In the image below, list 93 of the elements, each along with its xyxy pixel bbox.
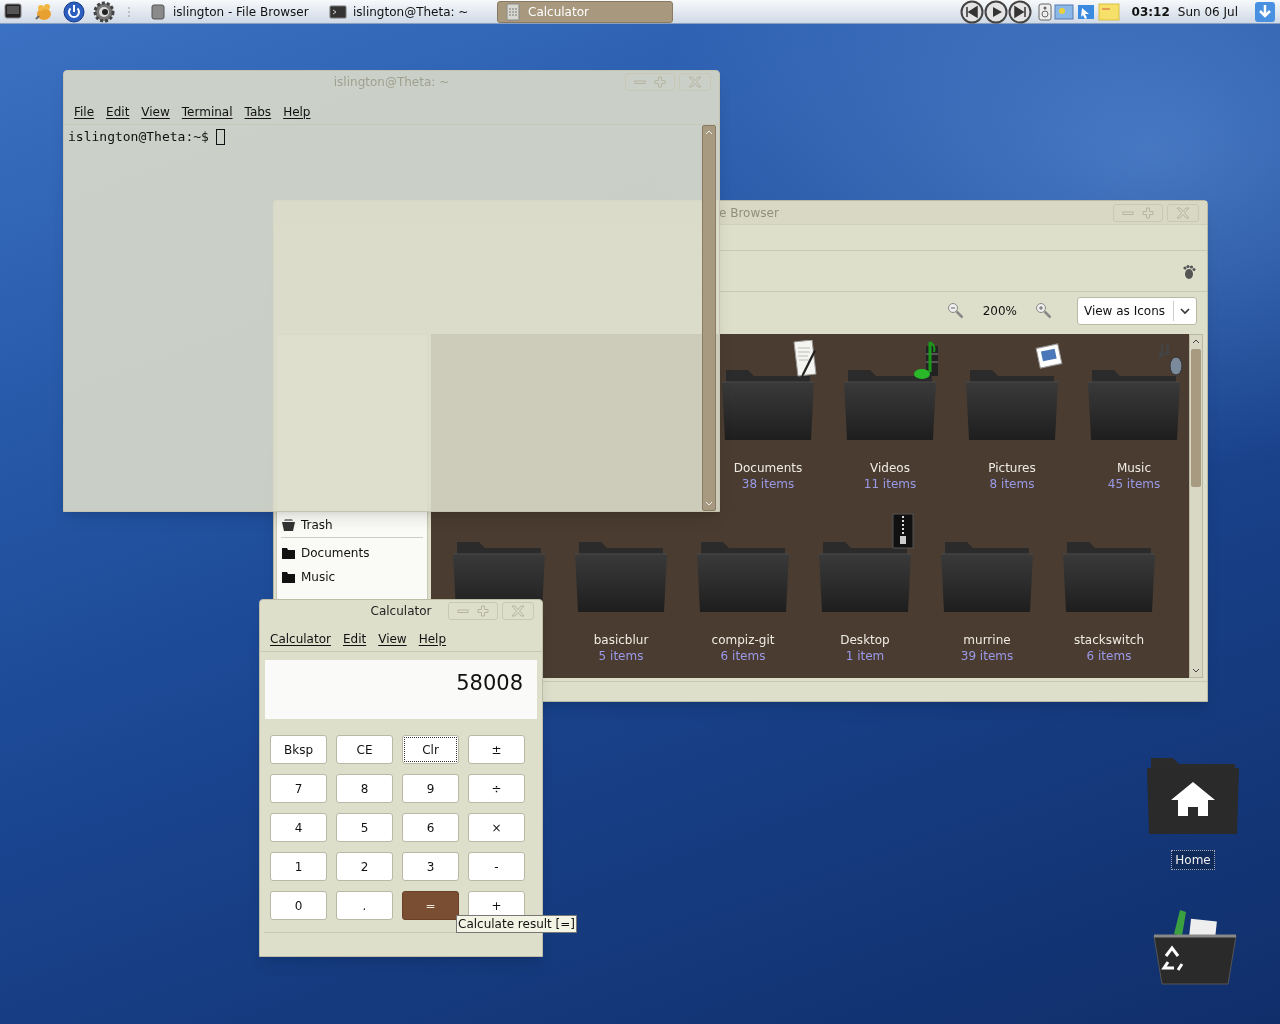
sidebar-item-label: Music — [301, 569, 336, 586]
window-title: Calculator — [370, 603, 432, 620]
folder-name: Documents — [733, 460, 803, 476]
calculator-key[interactable]: = — [402, 891, 459, 920]
menu-item[interactable]: Help — [283, 102, 311, 121]
calculator-key[interactable]: Clr — [402, 735, 459, 764]
folder-name: Music — [1115, 460, 1153, 476]
folder-name: murrine — [962, 632, 1012, 648]
view-mode-dropdown[interactable]: View as Icons — [1076, 297, 1197, 325]
item-count: 1 item — [844, 648, 886, 664]
zoom-in-icon[interactable] — [1034, 302, 1053, 320]
calculator-key[interactable]: 8 — [336, 774, 393, 803]
chevron-down-icon — [1179, 306, 1191, 316]
scrollbar-thumb[interactable] — [1191, 349, 1201, 487]
sidebar-item[interactable]: Documents — [281, 541, 423, 565]
calculator-key[interactable]: 4 — [270, 813, 327, 842]
calculator-key[interactable]: Bksp — [270, 735, 327, 764]
image-viewer-icon[interactable] — [1053, 2, 1074, 21]
maximize-icon[interactable] — [477, 605, 489, 617]
window-title: islington@Theta: ~ — [333, 74, 450, 91]
calculator-icon — [504, 2, 522, 21]
menu-item[interactable]: Edit — [106, 102, 130, 121]
clock-time: 03:12 — [1131, 3, 1170, 21]
document-pencil-icon — [790, 340, 820, 380]
zoom-level: 200% — [982, 303, 1017, 320]
trash-bin-icon — [281, 518, 296, 532]
sidebar-item[interactable]: Trash — [281, 513, 423, 537]
calculator-key[interactable]: . — [336, 891, 393, 920]
calculator-key[interactable]: 6 — [402, 813, 459, 842]
drive-icon — [149, 2, 167, 21]
display-value: 58008 — [456, 670, 523, 697]
prompt-text: islington@Theta:~$ — [68, 128, 209, 146]
folder-name: stackswitch — [1073, 632, 1145, 648]
folder-name: compiz-git — [711, 632, 775, 648]
footprint-icon[interactable] — [1181, 263, 1197, 280]
menu-item[interactable]: Help — [418, 629, 447, 648]
maximize-icon[interactable] — [1142, 207, 1154, 219]
calculator-key[interactable]: 9 — [402, 774, 459, 803]
folder-name: Desktop — [840, 632, 890, 648]
calculator-key[interactable]: - — [468, 852, 525, 881]
clock-date: Sun 06 Jul — [1177, 3, 1238, 21]
calculator-key[interactable]: ÷ — [468, 774, 525, 803]
speaker-icon[interactable] — [1037, 2, 1052, 21]
menu-item[interactable]: Tabs — [244, 102, 272, 121]
item-count: 8 items — [988, 476, 1036, 492]
text-cursor — [215, 128, 225, 145]
item-count: 39 items — [960, 648, 1014, 664]
item-count: 45 items — [1107, 476, 1161, 492]
calculator-key[interactable]: 2 — [336, 852, 393, 881]
zoom-out-icon[interactable] — [946, 302, 965, 320]
menu-item[interactable]: View — [141, 102, 170, 121]
folder-name: basicblur — [593, 632, 649, 648]
calculator-key[interactable]: ± — [468, 735, 525, 764]
scrollbar[interactable] — [1189, 334, 1203, 678]
folder-icon — [281, 546, 296, 560]
gear-icon[interactable] — [93, 0, 115, 23]
menu-item[interactable]: File — [74, 102, 95, 121]
item-count: 5 items — [597, 648, 645, 664]
menu-item[interactable]: Terminal — [181, 102, 233, 121]
folder-icon — [281, 570, 296, 584]
calculator-key[interactable]: 0 — [270, 891, 327, 920]
handle-icon — [127, 5, 131, 18]
item-count: 11 items — [863, 476, 917, 492]
close-icon[interactable] — [511, 605, 525, 617]
item-count: 38 items — [740, 476, 796, 492]
taskbar-button[interactable]: islington@Theta: ~ — [323, 0, 493, 23]
calculator-key[interactable]: 1 — [270, 852, 327, 881]
close-icon[interactable] — [1176, 207, 1190, 219]
menu-item[interactable]: View — [378, 629, 407, 648]
home-folder-icon[interactable] — [1145, 756, 1241, 836]
cursor-window-icon[interactable] — [1075, 2, 1096, 21]
calculator-key[interactable]: × — [468, 813, 525, 842]
calculator-key[interactable]: 3 — [402, 852, 459, 881]
item-count: 6 items — [1085, 648, 1133, 664]
sticky-note-icon[interactable] — [1097, 2, 1120, 21]
taskbar-button[interactable]: islington - File Browser — [143, 0, 319, 23]
menu-item[interactable]: Edit — [342, 629, 367, 648]
folder-name: Videos — [869, 460, 911, 476]
sidebar-item[interactable]: Music — [281, 565, 423, 589]
calculator-key[interactable]: 5 — [336, 813, 393, 842]
menu-item[interactable]: Calculator — [270, 629, 331, 648]
window-title: e Browser — [719, 205, 779, 222]
play-icon[interactable] — [983, 0, 1008, 24]
sidebar-item-label: Trash — [301, 517, 333, 534]
calculator-key[interactable]: CE — [336, 735, 393, 764]
tooltip: Calculate result [=] — [456, 915, 578, 933]
calculator-key[interactable]: 7 — [270, 774, 327, 803]
desktop-icon-label[interactable]: Home — [1171, 850, 1215, 870]
folder-name: Pictures — [988, 460, 1036, 476]
sidebar-item-label: Documents — [301, 545, 370, 562]
item-count: 6 items — [719, 648, 767, 664]
terminal-icon — [329, 2, 347, 21]
power-icon[interactable] — [63, 0, 85, 23]
